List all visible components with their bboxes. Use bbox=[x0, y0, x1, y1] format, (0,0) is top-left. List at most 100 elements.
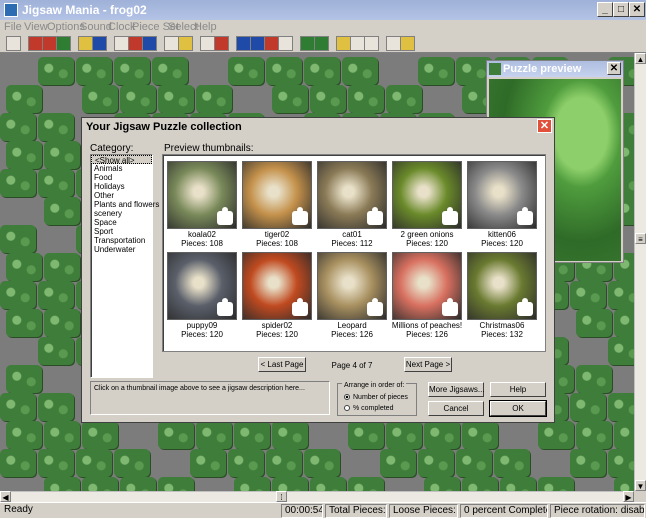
thumbnail-image[interactable] bbox=[467, 161, 537, 229]
puzzle-piece[interactable] bbox=[494, 449, 530, 477]
puzzle-piece[interactable] bbox=[608, 449, 634, 477]
puzzle-piece[interactable] bbox=[0, 449, 36, 477]
category-item[interactable]: scenery bbox=[91, 209, 152, 218]
thumbnail-item[interactable]: kitten06 Pieces: 120 bbox=[467, 161, 537, 255]
thumbnail-image[interactable] bbox=[392, 161, 462, 229]
thumbnail-item[interactable]: koala02 Pieces: 108 bbox=[167, 161, 237, 255]
puzzle-piece[interactable] bbox=[342, 57, 378, 85]
puzzle-piece[interactable] bbox=[114, 57, 150, 85]
puzzle-piece[interactable] bbox=[608, 393, 634, 421]
puzzle-piece[interactable] bbox=[76, 449, 112, 477]
grid-select-icon[interactable] bbox=[250, 36, 265, 51]
puzzle-piece[interactable] bbox=[152, 57, 188, 85]
thumbnail-image[interactable] bbox=[242, 252, 312, 320]
thumbnail-item[interactable]: Christmas06 Pieces: 132 bbox=[467, 252, 537, 346]
hammer-tool-icon[interactable] bbox=[6, 36, 21, 51]
puzzle-piece[interactable] bbox=[310, 85, 346, 113]
puzzle-piece[interactable] bbox=[6, 309, 42, 337]
edge-pieces-icon[interactable] bbox=[336, 36, 351, 51]
scroll-down-icon[interactable]: ▼ bbox=[635, 480, 646, 491]
minimize-button[interactable]: _ bbox=[597, 2, 613, 17]
copy-icon[interactable] bbox=[386, 36, 401, 51]
puzzle-piece[interactable] bbox=[614, 477, 634, 491]
puzzle-piece[interactable] bbox=[38, 337, 74, 365]
puzzle-piece[interactable] bbox=[380, 449, 416, 477]
target-icon[interactable] bbox=[350, 36, 365, 51]
puzzle-piece[interactable] bbox=[44, 141, 80, 169]
save-icon[interactable] bbox=[92, 36, 107, 51]
radio-number-of-pieces[interactable]: Number of pieces bbox=[344, 393, 416, 402]
puzzle-piece[interactable] bbox=[462, 421, 498, 449]
menu-view[interactable]: View bbox=[24, 21, 48, 33]
category-item[interactable]: Space bbox=[91, 218, 152, 227]
puzzle-piece[interactable] bbox=[576, 421, 612, 449]
thumbnail-image[interactable] bbox=[392, 252, 462, 320]
category-list[interactable]: <Show all> Animals Food Holidays Other Plants… bbox=[90, 154, 159, 378]
thumbnail-item[interactable]: puppy09 Pieces: 120 bbox=[167, 252, 237, 346]
color-wheel-icon[interactable] bbox=[178, 36, 193, 51]
puzzle-piece[interactable] bbox=[608, 337, 634, 365]
hscroll-thumb[interactable]: ⁞ bbox=[276, 491, 287, 502]
thumbnail-image[interactable] bbox=[167, 252, 237, 320]
puzzle-piece[interactable] bbox=[38, 393, 74, 421]
category-item[interactable]: Transportation bbox=[91, 236, 152, 245]
category-item[interactable]: Food bbox=[91, 173, 152, 182]
puzzle-piece[interactable] bbox=[418, 57, 454, 85]
thumbnail-item[interactable]: Millions of peaches! Pieces: 126 bbox=[392, 252, 462, 346]
thumbnail-image[interactable] bbox=[317, 161, 387, 229]
puzzle-piece[interactable] bbox=[348, 421, 384, 449]
puzzle-piece[interactable] bbox=[0, 113, 36, 141]
horizontal-scrollbar[interactable]: ◀ ⁞ ▶ bbox=[0, 491, 634, 502]
puzzle-piece[interactable] bbox=[304, 449, 340, 477]
puzzle-piece[interactable] bbox=[6, 253, 42, 281]
scroll-thumb[interactable]: ≡ bbox=[635, 233, 646, 244]
puzzle-piece[interactable] bbox=[38, 169, 74, 197]
puzzle-piece[interactable] bbox=[576, 365, 612, 393]
puzzle-piece[interactable] bbox=[6, 85, 42, 113]
more-jigsaws-button[interactable]: More Jigsaws... bbox=[428, 382, 485, 397]
puzzle-piece[interactable] bbox=[386, 421, 422, 449]
thumbnail-image[interactable] bbox=[467, 252, 537, 320]
puzzle-piece[interactable] bbox=[38, 57, 74, 85]
puzzle-piece[interactable] bbox=[82, 85, 118, 113]
puzzle-piece[interactable] bbox=[6, 421, 42, 449]
puzzle-piece[interactable] bbox=[158, 85, 194, 113]
rotate-icon[interactable] bbox=[364, 36, 379, 51]
puzzle-piece[interactable] bbox=[538, 477, 574, 491]
puzzle-piece[interactable] bbox=[76, 57, 112, 85]
dialog-close-button[interactable]: ✕ bbox=[537, 119, 552, 133]
picture-icon[interactable] bbox=[56, 36, 71, 51]
category-item[interactable]: Plants and flowers bbox=[91, 200, 159, 209]
puzzle-piece[interactable] bbox=[6, 141, 42, 169]
puzzle-piece[interactable] bbox=[272, 85, 308, 113]
puzzle-piece[interactable] bbox=[348, 477, 384, 491]
puzzle-piece[interactable] bbox=[6, 365, 42, 393]
puzzle-piece[interactable] bbox=[228, 449, 264, 477]
puzzle-piece[interactable] bbox=[44, 309, 80, 337]
calendar-icon[interactable] bbox=[114, 36, 129, 51]
puzzle-piece[interactable] bbox=[614, 309, 634, 337]
scroll-up-icon[interactable]: ▲ bbox=[635, 53, 646, 64]
puzzle-piece[interactable] bbox=[82, 421, 118, 449]
category-item[interactable]: Underwater bbox=[91, 245, 152, 254]
cancel-button[interactable]: Cancel bbox=[428, 401, 484, 416]
next-page-button[interactable]: Next Page > bbox=[404, 357, 452, 372]
scatter-pieces-icon[interactable] bbox=[28, 36, 43, 51]
ok-button[interactable]: OK bbox=[489, 400, 547, 417]
close-button[interactable]: ✕ bbox=[629, 2, 645, 17]
delete-icon[interactable] bbox=[264, 36, 279, 51]
numbers-icon[interactable] bbox=[200, 36, 215, 51]
puzzle-piece[interactable] bbox=[44, 197, 80, 225]
puzzle-piece[interactable] bbox=[44, 421, 80, 449]
puzzle-piece[interactable] bbox=[310, 477, 346, 491]
last-page-button[interactable]: < Last Page bbox=[258, 357, 306, 372]
vertical-scrollbar[interactable]: ▲ ≡ ▼ bbox=[634, 53, 646, 491]
puzzle-piece[interactable] bbox=[0, 393, 36, 421]
puzzle-piece[interactable] bbox=[82, 477, 118, 491]
thumbnail-item[interactable]: 2 green onions Pieces: 120 bbox=[392, 161, 462, 255]
thumbnail-image[interactable] bbox=[242, 161, 312, 229]
puzzle-piece[interactable] bbox=[0, 281, 36, 309]
info-icon[interactable] bbox=[142, 36, 157, 51]
puzzle-piece[interactable] bbox=[44, 477, 80, 491]
puzzle-piece[interactable] bbox=[38, 113, 74, 141]
